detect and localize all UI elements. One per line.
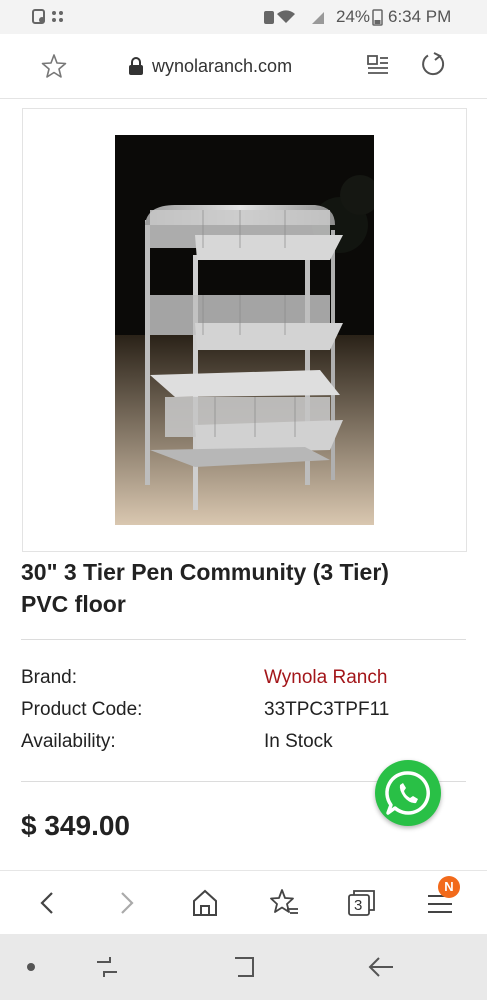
home-icon[interactable]	[189, 887, 221, 919]
forward-icon[interactable]	[110, 887, 142, 919]
dot-icon	[27, 963, 35, 971]
availability-status: In Stock	[264, 731, 333, 752]
battery-percent: 24%	[336, 7, 371, 26]
product-title-line-2: PVC floor	[21, 591, 126, 617]
spec-label-brand: Brand:	[21, 667, 77, 688]
notification-icons	[32, 9, 63, 24]
back-nav-icon[interactable]	[367, 954, 395, 980]
star-icon[interactable]	[41, 53, 67, 79]
reader-mode-icon[interactable]	[366, 54, 390, 76]
product-image-frame	[22, 108, 467, 552]
whatsapp-button[interactable]	[375, 760, 441, 826]
url-domain[interactable]: wynolaranch.com	[152, 56, 292, 77]
divider	[21, 639, 466, 640]
status-bar: 24% 6:34 PM	[0, 0, 487, 34]
refresh-icon[interactable]	[419, 51, 447, 79]
tabs-button[interactable]: 3	[346, 887, 378, 919]
menu-badge: N	[438, 876, 460, 898]
clock: 6:34 PM	[388, 7, 452, 26]
product-title-line-1: 30" 3 Tier Pen Community (3 Tier)	[21, 559, 389, 585]
recents-icon[interactable]	[94, 954, 120, 980]
menu-button[interactable]: N	[424, 876, 460, 919]
browser-toolbar: 3 N	[0, 870, 487, 935]
brand-link[interactable]: Wynola Ranch	[264, 667, 387, 689]
system-nav-bar	[0, 934, 487, 1000]
battery-icon	[372, 9, 383, 26]
product-title: 30" 3 Tier Pen Community (3 Tier) PVC fl…	[21, 556, 466, 620]
spec-label-code: Product Code:	[21, 699, 143, 720]
tab-count: 3	[354, 897, 363, 914]
back-icon[interactable]	[32, 887, 64, 919]
product-price: $ 349.00	[21, 810, 130, 841]
product-photo[interactable]	[115, 135, 374, 525]
lock-icon	[129, 57, 143, 75]
spec-label-availability: Availability:	[21, 731, 116, 752]
product-code: 33TPC3TPF11	[264, 699, 390, 720]
signal-icons	[264, 10, 324, 24]
url-bar: wynolaranch.com	[0, 34, 487, 99]
home-nav-icon[interactable]	[231, 954, 257, 980]
bookmarks-icon[interactable]	[268, 887, 300, 919]
whatsapp-icon	[385, 771, 430, 815]
